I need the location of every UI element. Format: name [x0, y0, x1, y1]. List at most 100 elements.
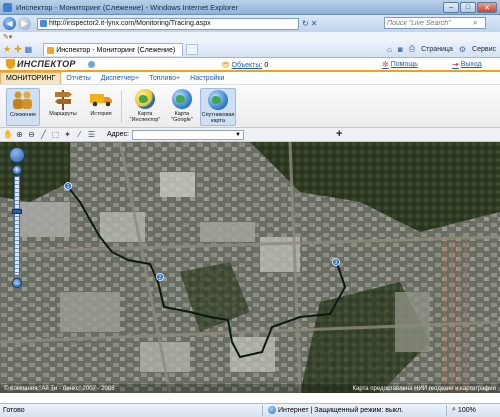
globe-icon: [170, 88, 194, 110]
satellite-imagery: 1 2 3: [0, 142, 500, 393]
tracking-label: Слежение: [9, 112, 37, 118]
zoom-out-tool-icon[interactable]: ⊖: [27, 130, 36, 139]
copyright-text: © Компания "Ай Ти - Линкс" 2007 - 2008: [4, 385, 115, 392]
tools-menu[interactable]: Сервис: [472, 46, 496, 53]
logo-shield-icon: [6, 59, 15, 69]
map-toolbar: ✋ ⊕ ⊖ ╱ ⬚ ✦ ⁄ ☰ Адрес: ▼ +: [0, 128, 500, 142]
status-text: Готово: [3, 407, 25, 414]
layers-tool-icon[interactable]: ☰: [87, 130, 96, 139]
zoom-control: + –: [9, 147, 25, 288]
objects-counter: ⛃ Объекты: 0: [222, 60, 268, 71]
print-icon[interactable]: ⎙: [409, 44, 415, 54]
signpost-icon: [51, 88, 75, 110]
window-title: Инспектор - Мониторинг (Слежение) - Wind…: [16, 2, 239, 12]
feeds-icon[interactable]: ◙: [398, 45, 403, 54]
address-row: ◀ ▶ http://inspector2.it-lynx.com/Monito…: [0, 15, 500, 32]
history-label: История: [90, 111, 112, 117]
favorites-star-icon[interactable]: ★: [3, 44, 11, 55]
people-icon: [11, 89, 35, 111]
zoom-in-tool-icon[interactable]: ⊕: [15, 130, 24, 139]
objects-link[interactable]: Объекты:: [232, 62, 263, 69]
search-box[interactable]: ⌕: [384, 17, 486, 29]
hand-tool-icon[interactable]: ✋: [3, 130, 13, 139]
route-marker-label: 2: [159, 275, 162, 281]
address-bar[interactable]: http://inspector2.it-lynx.com/Monitoring…: [37, 17, 299, 30]
pan-control[interactable]: [9, 147, 25, 163]
tracking-button[interactable]: Слежение: [6, 88, 40, 126]
nav-fuel[interactable]: Топливо+: [144, 72, 185, 84]
google-map-button[interactable]: Карта "Google": [166, 88, 198, 126]
help-icon: ✲: [382, 60, 389, 69]
url-text: http://inspector2.it-lynx.com/Monitoring…: [49, 20, 211, 27]
polygon-tool-icon[interactable]: ✦: [63, 130, 72, 139]
browser-tab-active[interactable]: Инспектор - Мониторинг (Слежение): [43, 43, 184, 56]
zoom-slider-thumb[interactable]: [12, 209, 22, 214]
satellite-map-label: Спутниковая карта: [201, 112, 235, 124]
map-provider-text: Карта предоставлена НИИ геодезии и карто…: [352, 385, 496, 392]
new-tab-button[interactable]: [186, 44, 199, 55]
ruler-tool-icon[interactable]: ╱: [39, 130, 48, 139]
inspector-map-button[interactable]: Карта "Инспектор": [128, 88, 162, 126]
objects-count: 0: [264, 62, 269, 69]
close-button[interactable]: ✕: [477, 2, 497, 13]
quick-tabs-icon[interactable]: ▦: [25, 45, 33, 54]
address-label: Адрес:: [107, 131, 129, 138]
nav-monitoring[interactable]: МОНИТОРИНГ: [0, 72, 62, 84]
search-icon[interactable]: ⌕: [473, 18, 477, 28]
favorites-bar: ✎▾: [0, 32, 500, 42]
refresh-icon[interactable]: ↻: [302, 19, 309, 28]
tools-gear-icon: ⚙: [458, 44, 467, 54]
maximize-button[interactable]: □: [460, 2, 476, 13]
info-icon[interactable]: [87, 60, 95, 68]
nav-reports[interactable]: Отчёты: [61, 72, 95, 84]
help-label: Помощь: [390, 61, 418, 68]
home-icon[interactable]: ⌂: [387, 45, 392, 54]
inspector-map-label: Карта "Инспектор": [129, 111, 161, 123]
magnifier-icon: ⌕: [452, 406, 456, 413]
history-button[interactable]: История: [84, 88, 118, 126]
browser-status-bar: Готово Интернет | Защищенный режим: выкл…: [0, 403, 500, 417]
stop-icon[interactable]: ✕: [311, 19, 318, 28]
status-divider: [262, 405, 263, 416]
logout-icon: ⇥: [452, 60, 459, 69]
objects-icon: ⛃: [222, 60, 230, 70]
route-marker-label: 1: [67, 184, 70, 190]
routes-button[interactable]: Маршруты: [46, 88, 80, 126]
logo-text: ИНСПЕКТОР: [17, 59, 76, 69]
chevron-down-icon: ▼: [235, 131, 241, 138]
internet-zone-icon: [268, 406, 276, 414]
zoom-slider[interactable]: [12, 176, 22, 276]
zoom-level[interactable]: ⌕ 100%: [452, 406, 476, 414]
forward-button[interactable]: ▶: [18, 17, 31, 30]
add-address-button[interactable]: +: [336, 128, 342, 140]
help-link[interactable]: ✲ Помощь: [382, 60, 418, 69]
select-tool-icon[interactable]: ⬚: [51, 130, 60, 139]
security-zone[interactable]: Интернет | Защищенный режим: выкл.: [268, 406, 403, 414]
zoom-out-button[interactable]: –: [12, 278, 22, 288]
truck-icon: [89, 88, 113, 110]
zoom-value: 100%: [457, 406, 476, 414]
line-tool-icon[interactable]: ⁄: [75, 130, 84, 139]
window-titlebar: Инспектор - Мониторинг (Слежение) - Wind…: [0, 0, 500, 15]
window-controls: – □ ✕: [443, 2, 497, 13]
back-button[interactable]: ◀: [3, 17, 16, 30]
google-map-label: Карта "Google": [171, 111, 193, 123]
satellite-map-button[interactable]: Спутниковая карта: [200, 88, 236, 126]
favorites-feed-icon[interactable]: ✎▾: [3, 33, 12, 41]
satellite-map[interactable]: 1 2 3 + – © Компания "Ай Ти - Линкс" 2007 …: [0, 142, 500, 393]
address-select[interactable]: ▼: [131, 129, 244, 140]
address-buttons: ↻ ✕: [302, 19, 317, 28]
map-footer: © Компания "Ай Ти - Линкс" 2007 - 2008 К…: [0, 384, 500, 393]
logout-link[interactable]: ⇥ Выход: [452, 60, 482, 69]
page-menu[interactable]: Страница: [421, 46, 453, 53]
nav-settings[interactable]: Настройки: [185, 72, 229, 84]
app-logo[interactable]: ИНСПЕКТОР: [6, 59, 95, 69]
search-input[interactable]: [387, 19, 473, 27]
ribbon-separator: [121, 91, 122, 123]
zoom-in-button[interactable]: +: [12, 165, 22, 175]
nav-dispatcher[interactable]: Диспетчер+: [96, 72, 144, 84]
tab-favicon: [47, 46, 55, 54]
minimize-button[interactable]: –: [443, 2, 459, 13]
add-favorite-icon[interactable]: ✚: [14, 44, 22, 55]
function-ribbon: Слежение Маршруты История Карта "Инспект…: [0, 84, 500, 128]
